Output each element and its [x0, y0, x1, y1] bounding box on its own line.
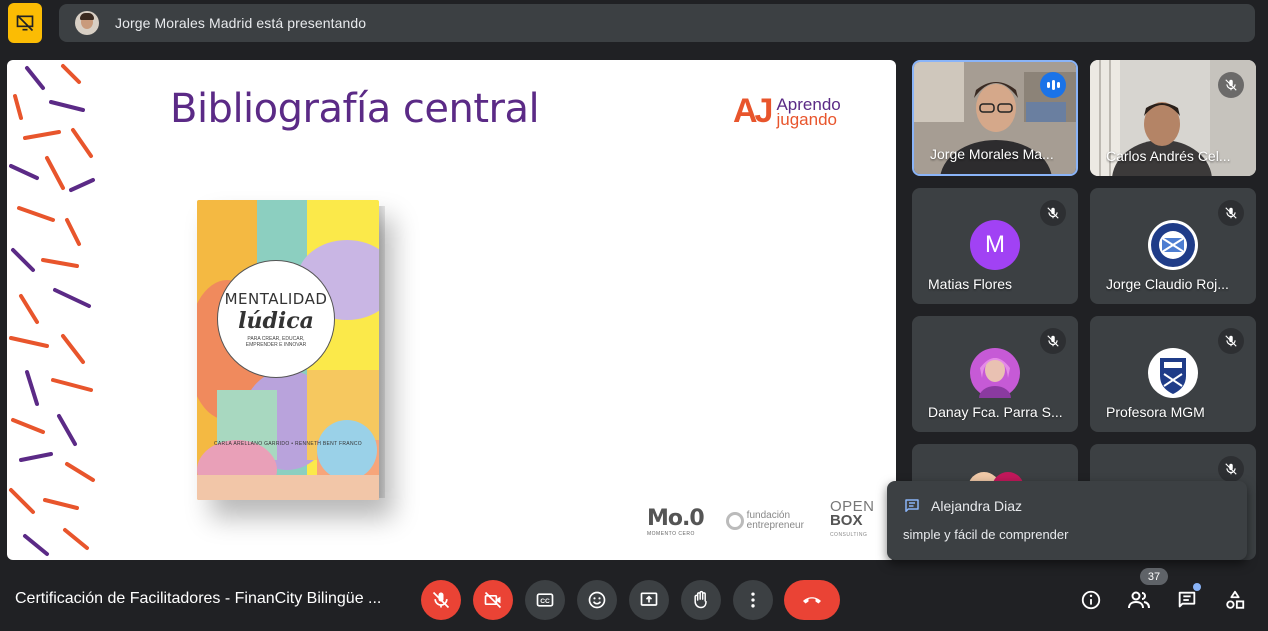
- slide-title: Bibliografía central: [170, 86, 540, 132]
- fundacion-entrepreneur-logo: fundación entrepreneur: [725, 511, 804, 531]
- mic-off-icon: [1225, 463, 1237, 475]
- participant-tile[interactable]: M Matias Flores: [912, 188, 1078, 304]
- participant-tile[interactable]: Carlos Andrés Cel...: [1090, 60, 1256, 176]
- chat-unread-dot: [1193, 583, 1201, 591]
- chat-message-icon: [905, 499, 919, 512]
- emoji-icon: [588, 591, 606, 609]
- book-title-line-1: MENTALIDAD: [224, 290, 328, 308]
- participant-count-badge: 37: [1140, 568, 1168, 585]
- participant-avatar: M: [970, 220, 1020, 270]
- call-end-icon: [803, 597, 821, 604]
- fund-line-2: entrepreneur: [746, 520, 804, 531]
- svg-text:CC: CC: [540, 598, 550, 605]
- participant-name: Jorge Claudio Roj...: [1106, 276, 1229, 292]
- present-now-button[interactable]: [629, 580, 669, 620]
- slide-decoration: [9, 64, 95, 556]
- meeting-title: Certificación de Facilitadores - FinanCi…: [15, 590, 382, 607]
- mic-off-icon: [1225, 79, 1237, 91]
- presenting-banner: Jorge Morales Madrid está presentando: [59, 4, 1255, 42]
- participant-name: Danay Fca. Parra S...: [928, 404, 1063, 420]
- mic-toggle-button[interactable]: [421, 580, 461, 620]
- mic-off-icon: [1225, 335, 1237, 347]
- open-line-3: CONSULTING: [829, 532, 868, 538]
- participant-tile[interactable]: Profesora MGM: [1090, 316, 1256, 432]
- more-options-button[interactable]: [733, 580, 773, 620]
- reactions-button[interactable]: [577, 580, 617, 620]
- aprendo-jugando-logo: AJ Aprendo jugando: [733, 92, 841, 131]
- mic-off-indicator: [1040, 328, 1066, 354]
- chat-notification[interactable]: Alejandra Diaz simple y fácil de compren…: [887, 481, 1247, 560]
- participant-name: Matias Flores: [928, 276, 1013, 292]
- chat-message: simple y fácil de comprender: [903, 527, 1069, 542]
- presenter-avatar: [75, 11, 99, 35]
- mic-off-indicator: [1218, 328, 1244, 354]
- book-authors: CARLA ARELLANO GARRIDO • RENNETH BENT FR…: [214, 441, 362, 447]
- mic-off-indicator: [1218, 456, 1244, 482]
- presentation-off-button[interactable]: [8, 3, 42, 43]
- participant-photo-avatar: [970, 348, 1020, 398]
- school-crest-avatar: [1148, 348, 1198, 398]
- participant-tile[interactable]: Danay Fca. Parra S...: [912, 316, 1078, 432]
- meeting-details-button[interactable]: [1079, 588, 1103, 612]
- school-crest-avatar: [1148, 220, 1198, 270]
- mic-off-indicator: [1218, 200, 1244, 226]
- activities-icon: [1226, 590, 1245, 609]
- participant-tile[interactable]: Jorge Claudio Roj...: [1090, 188, 1256, 304]
- presentation-off-icon: [16, 14, 34, 32]
- raise-hand-icon: [694, 590, 707, 609]
- mic-off-indicator: [1218, 72, 1244, 98]
- open-line-2: BOX: [829, 512, 863, 529]
- momento-cero-logo: Mo.0 MOMENTO CERO: [647, 505, 705, 537]
- presenting-text: Jorge Morales Madrid está presentando: [115, 15, 367, 31]
- raise-hand-button[interactable]: [681, 580, 721, 620]
- captions-button[interactable]: CC: [525, 580, 565, 620]
- chat-icon: [1178, 591, 1196, 608]
- mic-off-icon: [1047, 207, 1059, 219]
- moo-subtext: MOMENTO CERO: [647, 530, 695, 537]
- participant-name: Jorge Morales Ma...: [930, 146, 1054, 162]
- info-icon: [1081, 590, 1101, 610]
- sponsor-logos: Mo.0 MOMENTO CERO fundación entrepreneur…: [647, 499, 875, 542]
- people-icon: [1128, 591, 1150, 609]
- camera-toggle-button[interactable]: [473, 580, 513, 620]
- participant-name: Profesora MGM: [1106, 404, 1205, 420]
- brand-line-2: jugando: [776, 109, 837, 129]
- activities-button[interactable]: [1223, 588, 1247, 612]
- shared-slide: Bibliografía central AJ Aprendo jugando …: [7, 60, 896, 560]
- speaking-indicator-icon: [1040, 72, 1066, 98]
- fund-ring-icon: [725, 512, 744, 530]
- moo-text: Mo.0: [647, 505, 705, 531]
- book-subtitle: PARA CREAR, EDUCAR, EMPRENDER E INNOVAR: [245, 336, 307, 348]
- people-button[interactable]: [1127, 588, 1151, 612]
- brand-mark: AJ: [733, 92, 774, 130]
- participant-tile[interactable]: Jorge Morales Ma...: [912, 60, 1078, 176]
- mic-off-indicator: [1040, 200, 1066, 226]
- chat-button[interactable]: [1175, 588, 1199, 612]
- mic-off-icon: [1047, 335, 1059, 347]
- more-vert-icon: [751, 592, 755, 608]
- chat-sender: Alejandra Diaz: [931, 498, 1023, 514]
- present-screen-icon: [640, 592, 658, 606]
- participant-name: Carlos Andrés Cel...: [1106, 148, 1231, 164]
- closed-caption-icon: CC: [536, 593, 554, 607]
- videocam-off-icon: [484, 591, 502, 609]
- leave-call-button[interactable]: [784, 580, 840, 620]
- book-title-badge: MENTALIDAD lúdica PARA CREAR, EDUCAR, EM…: [217, 260, 335, 378]
- book-title-line-2: lúdica: [238, 308, 314, 334]
- mic-off-icon: [432, 591, 450, 609]
- mic-off-icon: [1225, 207, 1237, 219]
- openbox-logo: OPEN BOX CONSULTING: [829, 499, 875, 542]
